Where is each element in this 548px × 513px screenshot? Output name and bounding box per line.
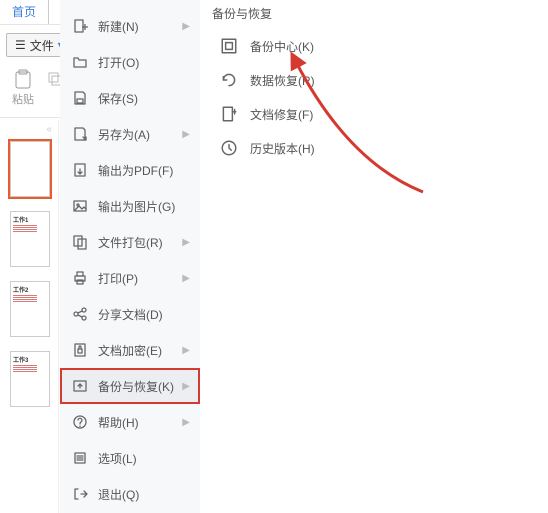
chevron-right-icon: ▶ [182, 129, 190, 140]
menu-item-label: 备份与恢复(K) [98, 378, 182, 395]
menu-item-label: 文件打包(R) [98, 234, 182, 251]
chevron-right-icon: ▶ [182, 273, 190, 284]
slide-title: 工作1 [13, 215, 47, 224]
menu-item-exit[interactable]: 退出(Q) [60, 476, 200, 512]
menu-item-label: 帮助(H) [98, 414, 182, 431]
menu-item-backup[interactable]: 备份与恢复(K)▶ [60, 368, 200, 404]
slide-thumb-3[interactable]: 工作2 [10, 281, 50, 337]
chevron-right-icon: ▶ [182, 237, 190, 248]
menu-item-open[interactable]: 打开(O) [60, 44, 200, 80]
menu-item-label: 打开(O) [98, 54, 190, 71]
file-menu-label: 文件 [30, 37, 54, 54]
submenu-item-label: 文档修复(F) [250, 106, 313, 123]
menu-item-share[interactable]: 分享文档(D) [60, 296, 200, 332]
slide-title: 工作2 [13, 285, 47, 294]
slide-thumb-4[interactable]: 工作3 [10, 351, 50, 407]
slide-thumb-1[interactable] [10, 141, 50, 197]
slide-thumbnails: « 1 2 工作1 3 工作2 4 工作3 [0, 120, 59, 513]
menu-item-saveas[interactable]: 另存为(A)▶ [60, 116, 200, 152]
repair-icon [218, 105, 240, 123]
submenu-item-restore[interactable]: 数据恢复(R) [200, 63, 548, 97]
menu-item-help[interactable]: 帮助(H)▶ [60, 404, 200, 440]
opts-icon [70, 450, 90, 466]
menu-item-pack[interactable]: 文件打包(R)▶ [60, 224, 200, 260]
history-icon [218, 139, 240, 157]
chevron-right-icon: ▶ [182, 345, 190, 356]
submenu-item-history[interactable]: 历史版本(H) [200, 131, 548, 165]
submenu-item-repair[interactable]: 文档修复(F) [200, 97, 548, 131]
menu-item-label: 新建(N) [98, 18, 182, 35]
submenu-item-center[interactable]: 备份中心(K) [200, 29, 548, 63]
slide-title: 工作3 [13, 355, 47, 364]
menu-item-label: 选项(L) [98, 450, 190, 467]
file-menu: 新建(N)▶打开(O)保存(S)另存为(A)▶输出为PDF(F)输出为图片(G)… [60, 0, 201, 513]
menu-item-label: 打印(P) [98, 270, 182, 287]
chevron-right-icon: ▶ [182, 21, 190, 32]
help-icon [70, 414, 90, 430]
center-icon [218, 37, 240, 55]
submenu-header: 备份与恢复 [200, 0, 548, 29]
menu-item-img[interactable]: 输出为图片(G) [60, 188, 200, 224]
submenu-item-label: 数据恢复(R) [250, 72, 315, 89]
slide-thumb-2[interactable]: 工作1 [10, 211, 50, 267]
clipboard-icon [13, 69, 33, 89]
open-icon [70, 54, 90, 70]
menu-item-label: 保存(S) [98, 90, 190, 107]
chevron-right-icon: ▶ [182, 417, 190, 428]
paste-button[interactable]: 粘贴 [8, 69, 38, 107]
img-icon [70, 198, 90, 214]
menu-item-label: 输出为PDF(F) [98, 162, 190, 179]
chevron-right-icon: ▶ [182, 381, 190, 392]
backup-icon [70, 378, 90, 394]
menu-item-label: 输出为图片(G) [98, 198, 190, 215]
submenu-item-label: 备份中心(K) [250, 38, 314, 55]
new-icon [70, 18, 90, 34]
paste-label: 粘贴 [12, 91, 34, 107]
lock-icon [70, 342, 90, 358]
menu-item-label: 另存为(A) [98, 126, 182, 143]
share-icon [70, 306, 90, 322]
hamburger-icon: ☰ [15, 38, 26, 52]
menu-item-label: 退出(Q) [98, 486, 190, 503]
submenu-item-label: 历史版本(H) [250, 140, 315, 157]
menu-item-lock[interactable]: 文档加密(E)▶ [60, 332, 200, 368]
tab-home[interactable]: 首页 [0, 0, 49, 24]
backup-restore-submenu: 备份与恢复 备份中心(K) 数据恢复(R) 文档修复(F) 历史版本(H) [200, 0, 548, 513]
print-icon [70, 270, 90, 286]
menu-item-label: 文档加密(E) [98, 342, 182, 359]
exit-icon [70, 486, 90, 502]
saveas-icon [70, 126, 90, 142]
menu-item-pdf[interactable]: 输出为PDF(F) [60, 152, 200, 188]
menu-item-label: 分享文档(D) [98, 306, 190, 323]
menu-item-new[interactable]: 新建(N)▶ [60, 8, 200, 44]
collapse-icon[interactable]: « [0, 124, 58, 135]
pdf-icon [70, 162, 90, 178]
menu-item-print[interactable]: 打印(P)▶ [60, 260, 200, 296]
save-icon [70, 90, 90, 106]
pack-icon [70, 234, 90, 250]
menu-item-opts[interactable]: 选项(L) [60, 440, 200, 476]
restore-icon [218, 71, 240, 89]
menu-item-save[interactable]: 保存(S) [60, 80, 200, 116]
